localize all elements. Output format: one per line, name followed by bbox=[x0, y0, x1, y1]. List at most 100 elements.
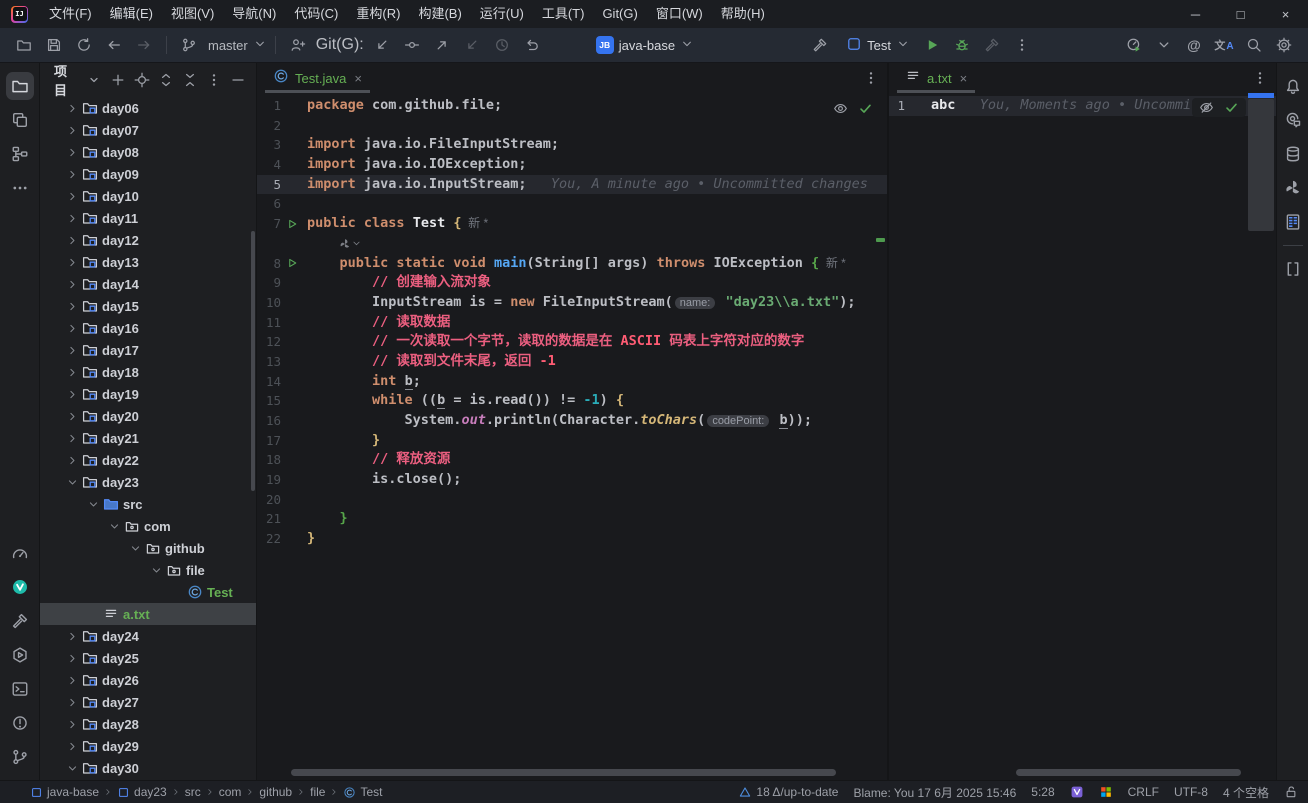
forward-arrow-button[interactable] bbox=[130, 32, 158, 58]
chevron-right-icon[interactable] bbox=[64, 322, 81, 335]
tree-item-com[interactable]: com bbox=[40, 515, 256, 537]
more-vertical-button[interactable] bbox=[202, 68, 226, 92]
chevron-right-icon[interactable] bbox=[64, 388, 81, 401]
ai-assistant-chat-button[interactable] bbox=[1279, 106, 1307, 134]
tree-item-day17[interactable]: day17 bbox=[40, 339, 256, 361]
tree-item-day28[interactable]: day28 bbox=[40, 713, 256, 735]
tab-title[interactable]: a.txt bbox=[927, 71, 952, 86]
mention-at-button[interactable]: @ bbox=[1180, 32, 1208, 58]
menu-item-8[interactable]: 工具(T) bbox=[533, 0, 594, 28]
chevron-down-icon[interactable] bbox=[64, 762, 81, 775]
plugin-grid-button[interactable] bbox=[1279, 208, 1307, 236]
chevron-right-icon[interactable] bbox=[64, 366, 81, 379]
chevron-right-icon[interactable] bbox=[64, 278, 81, 291]
project-panel-title[interactable]: 项目 bbox=[54, 61, 78, 99]
chevron-right-icon[interactable] bbox=[64, 718, 81, 731]
status-item-3[interactable] bbox=[1070, 785, 1084, 799]
plus-button[interactable] bbox=[106, 68, 130, 92]
menu-item-2[interactable]: 视图(V) bbox=[162, 0, 223, 28]
menu-item-0[interactable]: 文件(F) bbox=[40, 0, 101, 28]
breadcrumb-com[interactable]: com bbox=[219, 785, 242, 799]
collapse-all-button[interactable] bbox=[178, 68, 202, 92]
save-all-button[interactable] bbox=[40, 32, 68, 58]
translate-button[interactable]: 文A bbox=[1210, 32, 1238, 58]
run-config-widget[interactable]: Test bbox=[846, 36, 910, 55]
chevron-right-icon[interactable] bbox=[64, 212, 81, 225]
branch-name[interactable]: master bbox=[206, 38, 250, 53]
editor-right-body[interactable]: 1abc You, Moments ago • Uncommit bbox=[889, 93, 1276, 780]
tree-item-day09[interactable]: day09 bbox=[40, 163, 256, 185]
tree-item-day26[interactable]: day26 bbox=[40, 669, 256, 691]
run-config-name[interactable]: Test bbox=[865, 38, 893, 53]
run-gutter-icon[interactable] bbox=[281, 218, 303, 230]
fetch-button[interactable] bbox=[458, 32, 486, 58]
horizontal-scrollbar[interactable] bbox=[291, 769, 836, 776]
tree-item-day14[interactable]: day14 bbox=[40, 273, 256, 295]
locate-button[interactable] bbox=[130, 68, 154, 92]
chevron-down-small-button[interactable] bbox=[82, 68, 106, 92]
breadcrumb-java-base[interactable]: java-base bbox=[30, 785, 99, 799]
chevron-right-icon[interactable] bbox=[64, 168, 81, 181]
breadcrumb-day23[interactable]: day23 bbox=[117, 785, 167, 799]
tree-item-day19[interactable]: day19 bbox=[40, 383, 256, 405]
build-hammer-button[interactable] bbox=[806, 32, 834, 58]
status-item-0[interactable]: 18 Δ/up-to-date bbox=[738, 785, 838, 799]
close-button[interactable]: × bbox=[1263, 0, 1308, 28]
tree-item-day21[interactable]: day21 bbox=[40, 427, 256, 449]
expand-all-button[interactable] bbox=[154, 68, 178, 92]
ai-inlay-row[interactable] bbox=[257, 234, 887, 254]
brackets-button[interactable] bbox=[1279, 255, 1307, 283]
check-icon[interactable] bbox=[1224, 100, 1239, 115]
status-item-2[interactable]: 5:28 bbox=[1031, 785, 1054, 799]
chevron-down-icon[interactable] bbox=[127, 542, 144, 555]
database-button[interactable] bbox=[1279, 140, 1307, 168]
back-arrow-button[interactable] bbox=[100, 32, 128, 58]
inspection-widget[interactable] bbox=[1192, 98, 1246, 117]
user-plus-button[interactable] bbox=[284, 32, 312, 58]
update-project-button[interactable] bbox=[368, 32, 396, 58]
tree-item-day13[interactable]: day13 bbox=[40, 251, 256, 273]
tree-item-github[interactable]: github bbox=[40, 537, 256, 559]
chevron-right-icon[interactable] bbox=[64, 102, 81, 115]
chevron-down-icon[interactable] bbox=[106, 520, 123, 533]
editor-left-body[interactable]: 1package com.github.file;23import java.i… bbox=[257, 93, 887, 780]
eye-icon[interactable] bbox=[833, 101, 848, 116]
rollback-button[interactable] bbox=[518, 32, 546, 58]
chevron-right-icon[interactable] bbox=[64, 674, 81, 687]
chevron-right-icon[interactable] bbox=[64, 190, 81, 203]
chevron-right-icon[interactable] bbox=[64, 300, 81, 313]
chevron-right-icon[interactable] bbox=[64, 410, 81, 423]
eye-off-icon[interactable] bbox=[1199, 100, 1214, 115]
status-item-5[interactable]: CRLF bbox=[1128, 785, 1159, 799]
terminal-button[interactable] bbox=[6, 675, 34, 703]
gauge-meter-button[interactable] bbox=[6, 539, 34, 567]
more-horizontal-button[interactable] bbox=[6, 174, 34, 202]
status-item-4[interactable] bbox=[1099, 785, 1113, 799]
chevron-down-icon[interactable] bbox=[148, 564, 165, 577]
build-hammer-button[interactable] bbox=[6, 607, 34, 635]
horizontal-scrollbar[interactable] bbox=[1016, 769, 1241, 776]
notifications-bell-button[interactable] bbox=[1279, 72, 1307, 100]
tab-a-txt[interactable]: a.txt × bbox=[897, 63, 975, 93]
chevron-down-button[interactable] bbox=[1150, 32, 1178, 58]
tree-item-Test[interactable]: Test bbox=[40, 581, 256, 603]
sync-button[interactable] bbox=[70, 32, 98, 58]
profiler-button[interactable] bbox=[1120, 32, 1148, 58]
plugin-v-teal-button[interactable] bbox=[6, 573, 34, 601]
chevron-down-icon[interactable] bbox=[85, 498, 102, 511]
tree-item-day18[interactable]: day18 bbox=[40, 361, 256, 383]
push-button[interactable] bbox=[428, 32, 456, 58]
maximize-button[interactable]: □ bbox=[1218, 0, 1263, 28]
chevron-right-icon[interactable] bbox=[64, 652, 81, 665]
chevron-right-icon[interactable] bbox=[64, 146, 81, 159]
chevron-right-icon[interactable] bbox=[64, 630, 81, 643]
run-gutter-icon[interactable] bbox=[281, 257, 303, 269]
chevron-down-icon[interactable] bbox=[64, 476, 81, 489]
chevron-right-icon[interactable] bbox=[64, 454, 81, 467]
tree-item-day16[interactable]: day16 bbox=[40, 317, 256, 339]
menu-item-7[interactable]: 运行(U) bbox=[471, 0, 533, 28]
tree-item-day06[interactable]: day06 bbox=[40, 97, 256, 119]
close-icon[interactable]: × bbox=[960, 71, 968, 86]
tree-item-day11[interactable]: day11 bbox=[40, 207, 256, 229]
services-hexagon-button[interactable] bbox=[6, 641, 34, 669]
